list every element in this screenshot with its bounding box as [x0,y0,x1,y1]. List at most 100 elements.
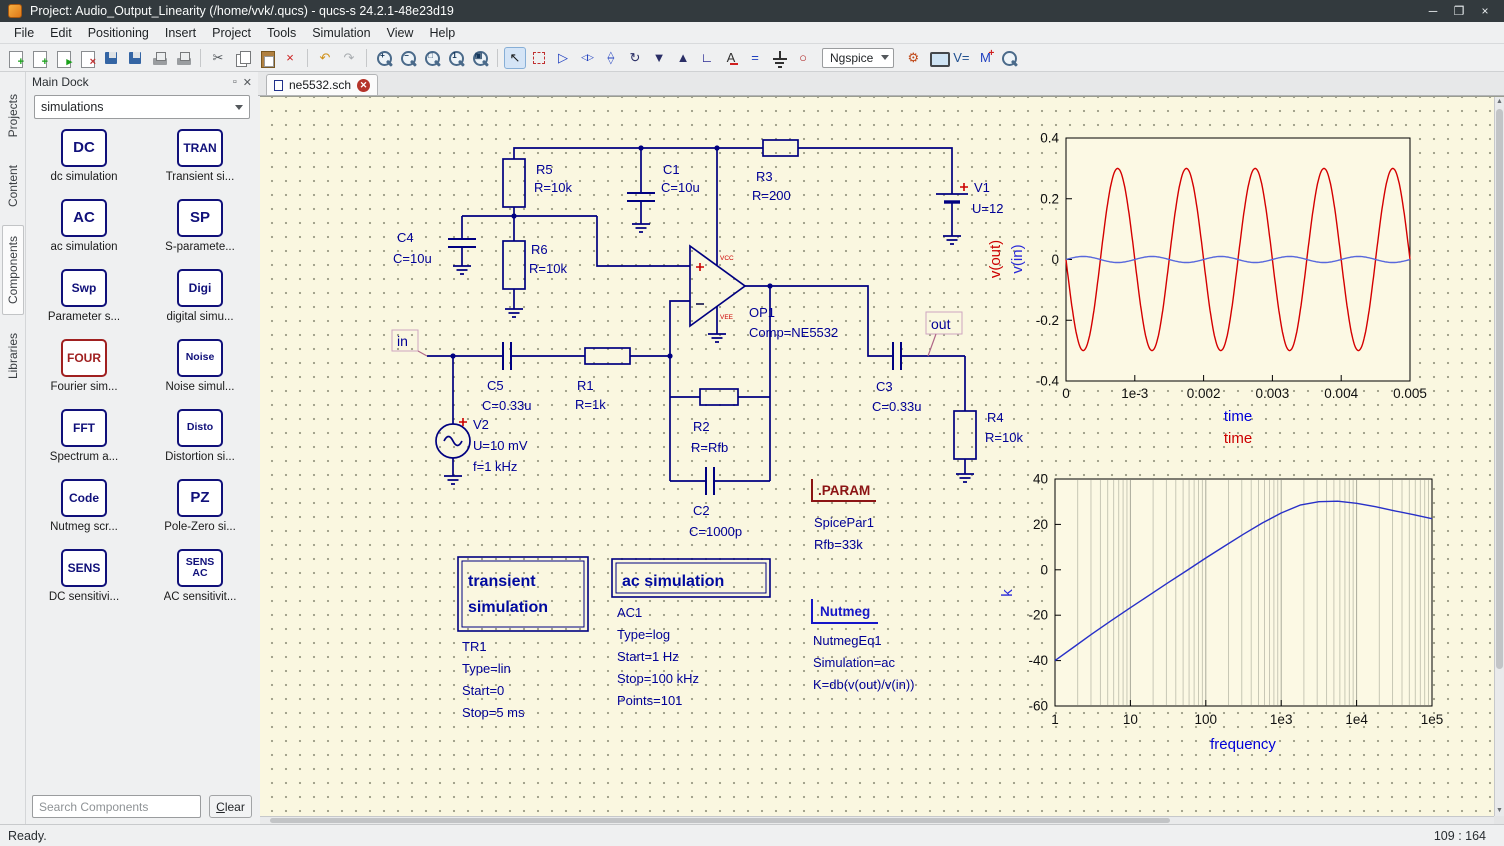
vertical-scrollbar[interactable]: ▲ ▼ [1494,97,1504,816]
close-document-icon[interactable]: × [76,47,98,69]
pointer-icon[interactable]: ↖ [504,46,526,69]
zoom-1-1-icon[interactable]: 1 [445,47,467,69]
tab-close-icon[interactable]: ✕ [357,78,371,92]
redo-icon[interactable]: ↷ [338,47,360,69]
mirror-y-icon[interactable]: ◁▷ [576,47,598,69]
component-pole-zero-si[interactable]: PZ Pole-Zero si... [142,479,258,549]
move-up-icon[interactable]: ▲ [672,47,694,69]
spice-param-block[interactable]: .PARAM SpicePar1 Rfb=33k [811,479,876,552]
component-distortion-si[interactable]: Disto Distortion si... [142,409,258,479]
component-category-select[interactable]: simulations [34,95,250,119]
component-C1[interactable]: C1 C=10u [627,162,700,202]
component-parameter-s[interactable]: Swp Parameter s... [26,269,142,339]
component-C2[interactable]: C2 C=1000p [689,467,742,539]
component-noise-simul[interactable]: Noise Noise simul... [142,339,258,409]
ground-icon[interactable] [768,47,790,69]
menu-file[interactable]: File [6,24,42,42]
simulate-gear-icon[interactable]: ⚙ [902,47,924,69]
menu-insert[interactable]: Insert [157,24,204,42]
component-digital-simu[interactable]: Digi digital simu... [142,269,258,339]
time-domain-plot[interactable]: 0 1e-3 0.002 0.003 0.004 0.005 0.4 0.2 0 -0.2 -0.4… [987,131,1427,448]
component-transient-si[interactable]: TRAN Transient si... [142,129,258,199]
close-button[interactable]: × [1472,1,1498,21]
component-s-paramete[interactable]: SP S-paramete... [142,199,258,269]
component-R3[interactable]: R3 R=200 [752,139,799,203]
component-fourier-sim[interactable]: FOUR Fourier sim... [26,339,142,409]
marker-icon[interactable]: M [974,47,996,69]
component-R4[interactable]: R4 R=10k [953,410,1023,460]
zoom-area-icon[interactable]: ▣ [469,47,491,69]
tab-ne5532[interactable]: ne5532.sch ✕ [266,74,379,95]
side-tab-libraries[interactable]: Libraries [3,323,23,389]
delete-icon[interactable]: × [279,47,301,69]
mirror-x-icon[interactable]: ◁▷ [600,47,622,69]
side-tab-components[interactable]: Components [1,225,24,316]
go-into-subcircuit-icon[interactable]: ▷ [552,47,574,69]
zoom-out-icon[interactable]: − [397,47,419,69]
schematic-canvas[interactable]: R5 R=10k C1 C=10u R3 R=200 V1 U=12 C4 C=… [260,96,1504,824]
scroll-down-icon[interactable]: ▼ [1495,806,1504,816]
component-C3[interactable]: C3 C=0.33u [872,342,922,414]
print-icon[interactable] [148,47,170,69]
copy-icon[interactable] [231,47,253,69]
component-ac-sensitivit[interactable]: SENS AC AC sensitivit... [142,549,258,619]
side-tab-projects[interactable]: Projects [3,84,23,147]
wire-label-icon[interactable]: A [720,47,742,69]
simulator-select[interactable]: Ngspice [822,47,895,68]
component-R5[interactable]: R5 R=10k [502,158,572,208]
undo-icon[interactable]: ↶ [314,47,336,69]
component-V1[interactable]: V1 U=12 [936,180,1003,216]
scroll-up-icon[interactable]: ▲ [1495,97,1504,107]
menu-simulation[interactable]: Simulation [304,24,378,42]
minimize-button[interactable]: ─ [1420,1,1446,21]
component-dc-simulation[interactable]: DC dc simulation [26,129,142,199]
move-down-icon[interactable]: ▼ [648,47,670,69]
maximize-button[interactable]: ❐ [1446,1,1472,21]
zoom-in-icon[interactable]: + [373,47,395,69]
equation-icon[interactable]: = [744,47,766,69]
select-marker-icon[interactable] [528,47,550,69]
new-text-document-icon[interactable]: + [28,47,50,69]
zoom-data-icon[interactable] [998,47,1020,69]
menu-project[interactable]: Project [204,24,259,42]
wire-icon[interactable]: ∟ [696,47,718,69]
dc-bias-icon[interactable]: V= [950,47,972,69]
menu-edit[interactable]: Edit [42,24,80,42]
port-icon[interactable]: ○ [792,47,814,69]
open-document-icon[interactable]: ▸ [52,47,74,69]
component-R1[interactable]: R1 R=1k [575,347,631,412]
component-V2[interactable]: V2 U=10 mV f=1 kHz [435,417,528,474]
component-C5[interactable]: C5 C=0.33u [482,342,532,413]
new-document-icon[interactable]: + [4,47,26,69]
net-label-in[interactable]: in [391,329,428,357]
clear-button[interactable]: Clear [209,795,252,818]
print-fit-icon[interactable] [172,47,194,69]
ac-simulation-block[interactable]: ac simulation AC1 Type=log Start=1 Hz St… [611,558,771,708]
net-label-out[interactable]: out [925,311,963,357]
paste-icon[interactable] [255,47,277,69]
component-R6[interactable]: R6 R=10k [502,240,567,290]
transient-simulation-block[interactable]: transient simulation TR1 Type=lin Start=… [457,556,589,720]
save-all-icon[interactable] [124,47,146,69]
cut-icon[interactable]: ✂ [207,47,229,69]
component-nutmeg-scr[interactable]: Code Nutmeg scr... [26,479,142,549]
component-OP1[interactable]: VCC VEE OP1 Comp=NE5532 [689,244,838,340]
nutmeg-equation-block[interactable]: Nutmeg NutmegEq1 Simulation=ac K=db(v(ou… [811,599,915,692]
side-tab-content[interactable]: Content [3,155,23,217]
frequency-response-plot[interactable]: 1 10 100 1e3 1e4 1e5 40 20 0 -20 -40 -60 frequency k [999,472,1443,754]
zoom-fit-icon[interactable]: □ [421,47,443,69]
component-R2[interactable]: R2 R=Rfb [691,388,739,455]
menu-positioning[interactable]: Positioning [80,24,157,42]
component-spectrum-a[interactable]: FFT Spectrum a... [26,409,142,479]
component-C4[interactable]: C4 C=10u [393,230,476,266]
horizontal-scrollbar[interactable] [260,816,1494,824]
view-data-display-icon[interactable] [926,47,951,69]
component-ac-simulation[interactable]: AC ac simulation [26,199,142,269]
save-icon[interactable] [100,47,122,69]
search-input[interactable] [32,795,201,818]
dock-float-icon[interactable]: ▫ [233,76,237,89]
rotate-icon[interactable]: ↻ [624,47,646,69]
menu-help[interactable]: Help [421,24,463,42]
menu-view[interactable]: View [379,24,422,42]
dock-close-icon[interactable]: ✕ [243,76,252,89]
